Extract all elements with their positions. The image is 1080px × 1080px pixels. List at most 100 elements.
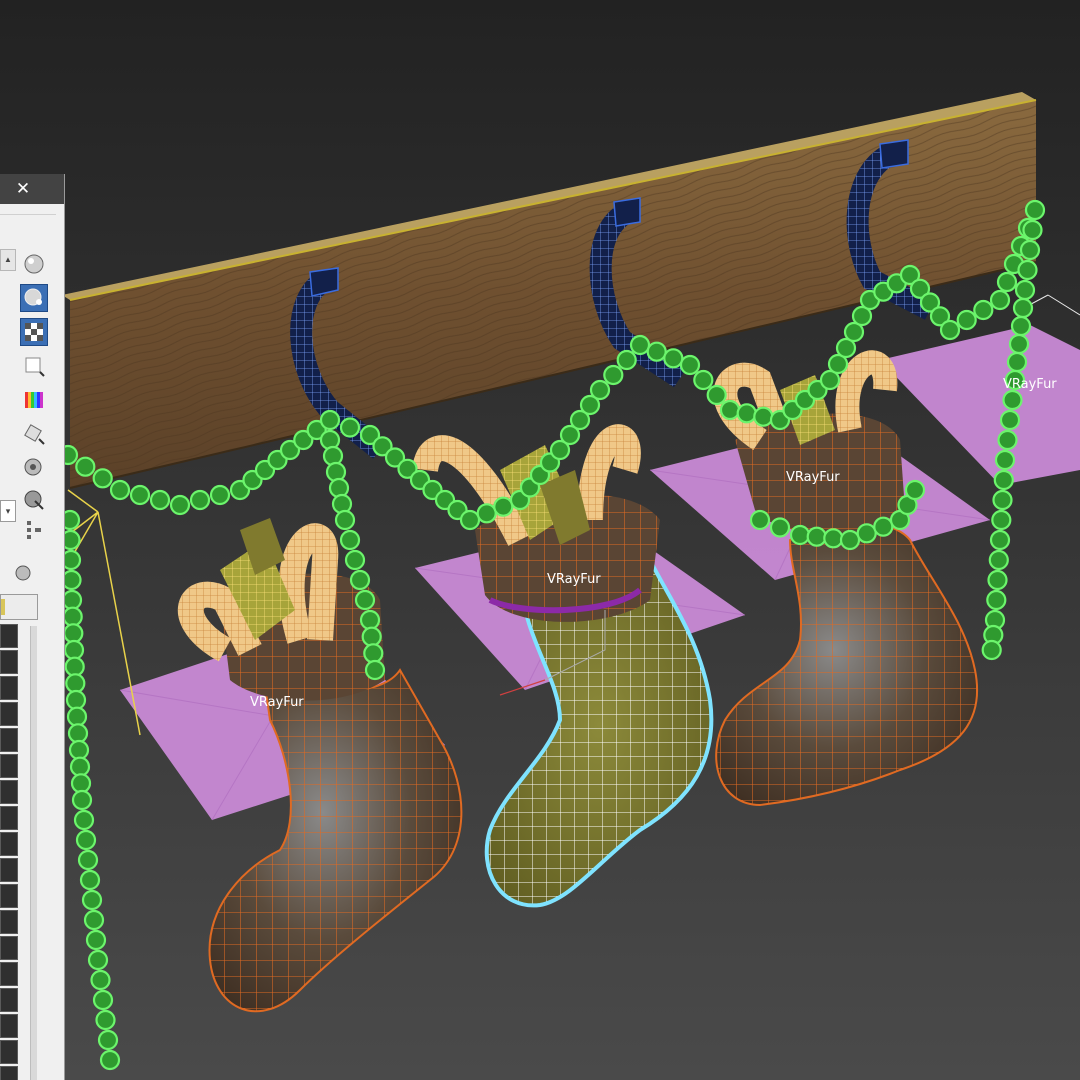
spinner-up-button[interactable]: ▲ xyxy=(0,249,16,271)
video-color-check-icon xyxy=(25,392,43,408)
garland-bead xyxy=(64,656,85,677)
garland-bead xyxy=(996,271,1018,293)
sample-sphere-icon xyxy=(24,254,44,274)
material-slot[interactable] xyxy=(0,832,18,856)
garland-bead xyxy=(856,523,877,544)
garland-bead xyxy=(149,489,171,511)
garland-bead xyxy=(956,309,977,331)
garland-bead xyxy=(992,489,1013,511)
material-slot[interactable] xyxy=(0,1066,18,1080)
viewport-canvas[interactable]: VRayFur VRayFur VRayFur VRayFur xyxy=(0,0,1080,1080)
make-preview-icon xyxy=(24,424,45,445)
garland-bead xyxy=(77,849,99,871)
garland-bead xyxy=(70,773,92,794)
garland-bead xyxy=(331,493,353,515)
garland-bead xyxy=(459,509,481,531)
garland-bead xyxy=(1006,351,1028,373)
material-slot[interactable] xyxy=(0,728,18,752)
garland-bead xyxy=(319,409,341,431)
dropdown-arrow[interactable]: ▾ xyxy=(0,500,16,522)
garland-bead xyxy=(69,756,91,777)
garland-bead xyxy=(823,528,844,549)
garland-bead xyxy=(749,509,771,531)
vrayfur-label: VRayFur xyxy=(250,695,304,710)
garland-bead xyxy=(63,639,85,661)
video-color-check-button[interactable] xyxy=(20,386,48,414)
make-preview-button[interactable] xyxy=(20,420,48,448)
checker-background-button[interactable] xyxy=(20,318,48,346)
garland-bead xyxy=(986,589,1007,611)
garland-bead xyxy=(1022,219,1043,241)
garland-bead xyxy=(1010,315,1032,337)
garland-bead xyxy=(97,1029,119,1051)
garland-bead xyxy=(753,406,774,427)
garland-bead xyxy=(334,509,356,531)
material-map-navigator-button[interactable] xyxy=(20,516,48,544)
vrayfur-label: VRayFur xyxy=(1003,377,1057,392)
garland-bead xyxy=(997,429,1018,451)
garland-bead xyxy=(646,341,667,362)
select-by-material-button[interactable] xyxy=(20,486,48,514)
garland-bead xyxy=(706,384,727,406)
3d-viewport[interactable]: VRayFur VRayFur VRayFur VRayFur xyxy=(0,0,1080,1080)
close-button[interactable]: ✕ xyxy=(10,177,36,201)
material-slot[interactable] xyxy=(0,936,18,960)
material-slot[interactable] xyxy=(0,650,18,674)
garland-bead xyxy=(839,529,861,551)
sample-sphere-button[interactable] xyxy=(20,250,48,278)
panel-titlebar[interactable]: ✕ xyxy=(0,174,64,204)
garland-bead xyxy=(66,706,88,727)
material-slot[interactable] xyxy=(0,858,18,882)
menu-strip xyxy=(0,204,56,215)
garland-bead xyxy=(75,456,96,477)
garland-bead xyxy=(325,461,347,483)
garland-bead xyxy=(603,364,624,386)
garland-bead xyxy=(61,569,82,591)
garland-bead xyxy=(68,739,90,761)
garland-bead xyxy=(79,869,101,891)
garland-bead xyxy=(629,334,651,356)
garland-bead xyxy=(129,484,151,506)
material-slot[interactable] xyxy=(0,1014,18,1038)
material-options-button[interactable] xyxy=(20,454,48,482)
get-material-button[interactable] xyxy=(6,558,34,586)
garland-bead xyxy=(873,516,894,537)
material-slot[interactable] xyxy=(0,884,18,908)
garland-bead xyxy=(92,989,114,1011)
garland-bead xyxy=(989,289,1011,311)
material-slot[interactable] xyxy=(0,910,18,934)
backlight-button[interactable] xyxy=(20,284,48,312)
material-slot[interactable] xyxy=(0,988,18,1012)
material-slot[interactable] xyxy=(0,676,18,700)
material-slot[interactable] xyxy=(0,624,18,648)
garland-bead xyxy=(1014,279,1036,301)
material-editor-panel[interactable]: ✕ ▲ ▾ xyxy=(0,174,65,1080)
garland-bead xyxy=(999,409,1021,431)
material-slot[interactable] xyxy=(0,1040,18,1064)
garland-bead xyxy=(616,349,637,371)
material-slot-list[interactable] xyxy=(0,624,18,1080)
garland-bead xyxy=(663,348,684,369)
garland-bead xyxy=(339,529,361,551)
garland-bead xyxy=(364,659,386,681)
garland-bead xyxy=(99,1049,121,1071)
material-slot[interactable] xyxy=(0,806,18,830)
panel-scrollbar[interactable] xyxy=(30,626,37,1080)
garland-bead xyxy=(95,1009,116,1031)
garland-bead xyxy=(63,623,84,644)
material-slot[interactable] xyxy=(0,962,18,986)
garland-bead xyxy=(90,969,111,991)
sample-uv-button[interactable] xyxy=(20,352,48,380)
garland-bead xyxy=(1012,297,1034,319)
garland-bead xyxy=(363,643,384,664)
garland-bead xyxy=(1002,389,1023,411)
garland-bead xyxy=(359,609,381,631)
garland-bead xyxy=(736,403,757,424)
material-slot[interactable] xyxy=(0,702,18,726)
material-slot[interactable] xyxy=(0,780,18,804)
material-slot[interactable] xyxy=(0,754,18,778)
garland-bead xyxy=(939,319,961,341)
material-name-field[interactable] xyxy=(0,594,38,620)
vrayfur-label: VRayFur xyxy=(786,470,840,485)
select-by-material-icon xyxy=(24,490,44,510)
